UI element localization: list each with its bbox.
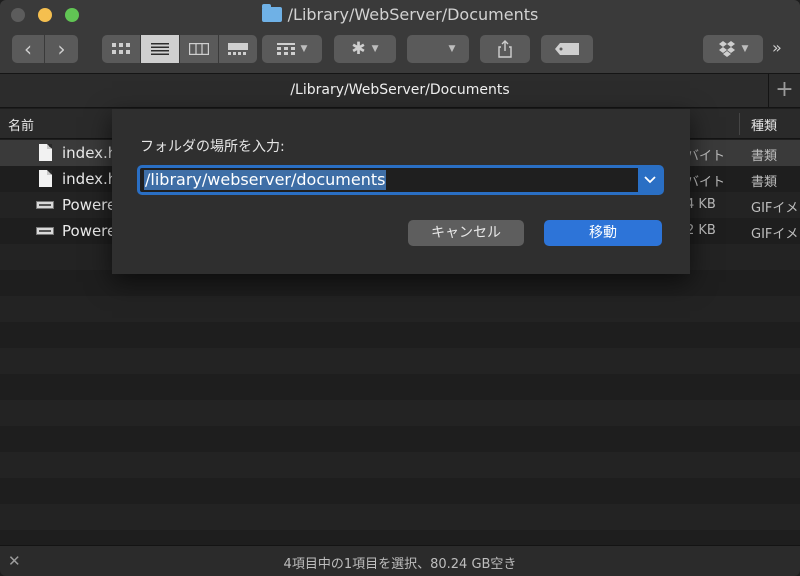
empty-row	[0, 374, 800, 400]
gallery-view-button[interactable]	[219, 35, 257, 63]
tag-button[interactable]	[541, 35, 593, 63]
path-bar: /Library/WebServer/Documents +	[0, 74, 800, 108]
file-size: 4 KB	[686, 197, 716, 212]
window-title: /Library/WebServer/Documents	[0, 4, 800, 24]
empty-row	[0, 504, 800, 530]
file-kind: 書類	[751, 175, 778, 190]
file-size: バイト	[686, 149, 726, 164]
share-icon	[498, 40, 512, 58]
status-bar: ✕ 4項目中の1項目を選択、80.24 GB空き	[0, 545, 800, 576]
gallery-icon	[228, 43, 248, 55]
empty-row	[0, 426, 800, 452]
chevron-right-icon: ›	[57, 37, 66, 61]
title-toolbar: /Library/WebServer/Documents ‹ › ▼ ✱ ▼ ▼…	[0, 0, 800, 74]
file-kind: GIFイメ	[751, 227, 799, 242]
status-text: 4項目中の1項目を選択、80.24 GB空き	[283, 557, 517, 572]
gif-image-icon	[36, 201, 54, 209]
file-name: index.h	[62, 170, 118, 188]
empty-popup-button[interactable]: ▼	[407, 35, 469, 63]
file-name: index.h	[62, 144, 118, 162]
chevron-down-icon: ▼	[741, 44, 749, 54]
toolbar-overflow-button[interactable]: »	[772, 38, 782, 57]
forward-button[interactable]: ›	[45, 35, 78, 63]
columns-icon	[189, 43, 209, 55]
empty-row	[0, 296, 800, 322]
gear-icon: ✱	[351, 38, 366, 59]
window-title-text: /Library/WebServer/Documents	[287, 5, 539, 24]
action-menu-button[interactable]: ✱ ▼	[334, 35, 396, 63]
empty-row	[0, 452, 800, 478]
back-button[interactable]: ‹	[12, 35, 44, 63]
chevron-down-icon: ▼	[448, 44, 456, 54]
dropbox-icon	[718, 41, 735, 57]
go-to-folder-sheet: フォルダの場所を入力: /library/webserver/documents…	[112, 109, 690, 274]
empty-row	[0, 322, 800, 348]
go-to-folder-prompt: フォルダの場所を入力:	[140, 139, 285, 155]
chevron-left-icon: ‹	[24, 37, 32, 61]
empty-row	[0, 400, 800, 426]
folder-icon	[261, 4, 282, 22]
share-button[interactable]	[480, 35, 530, 63]
chevron-down-icon: ▼	[371, 44, 379, 54]
new-tab-button[interactable]: +	[768, 74, 800, 108]
current-path: /Library/WebServer/Documents	[290, 82, 510, 98]
empty-row	[0, 530, 800, 545]
file-name: Powere	[62, 222, 117, 240]
group-grid-icon	[276, 43, 295, 55]
column-view-button[interactable]	[180, 35, 218, 63]
finder-window: /Library/WebServer/Documents ‹ › ▼ ✱ ▼ ▼…	[0, 0, 800, 576]
gif-image-icon	[36, 227, 54, 235]
icon-grid-icon	[112, 43, 130, 54]
path-history-dropdown[interactable]	[638, 168, 661, 192]
chevron-down-icon	[643, 176, 656, 184]
file-kind: 書類	[751, 149, 778, 164]
column-header-kind[interactable]: 種類	[751, 115, 777, 134]
empty-row	[0, 478, 800, 504]
document-icon	[39, 170, 52, 187]
file-kind: GIFイメ	[751, 201, 799, 216]
file-size: バイト	[686, 175, 726, 190]
document-icon	[39, 144, 52, 161]
chevron-down-icon: ▼	[300, 44, 308, 54]
view-mode-segmented-control	[102, 35, 257, 63]
file-size: 2 KB	[686, 223, 716, 238]
tag-icon	[555, 43, 579, 55]
file-name: Powere	[62, 196, 117, 214]
folder-path-combobox[interactable]: /library/webserver/documents	[137, 165, 664, 195]
cancel-button[interactable]: キャンセル	[408, 220, 524, 246]
column-header-name[interactable]: 名前	[8, 115, 34, 134]
icon-view-button[interactable]	[102, 35, 140, 63]
empty-row	[0, 348, 800, 374]
list-icon	[151, 43, 169, 55]
dropbox-button[interactable]: ▼	[703, 35, 763, 63]
go-button[interactable]: 移動	[544, 220, 662, 246]
folder-path-input[interactable]: /library/webserver/documents	[144, 170, 387, 190]
list-view-button[interactable]	[141, 35, 179, 63]
group-by-button[interactable]: ▼	[262, 35, 322, 63]
column-divider[interactable]	[739, 113, 740, 135]
